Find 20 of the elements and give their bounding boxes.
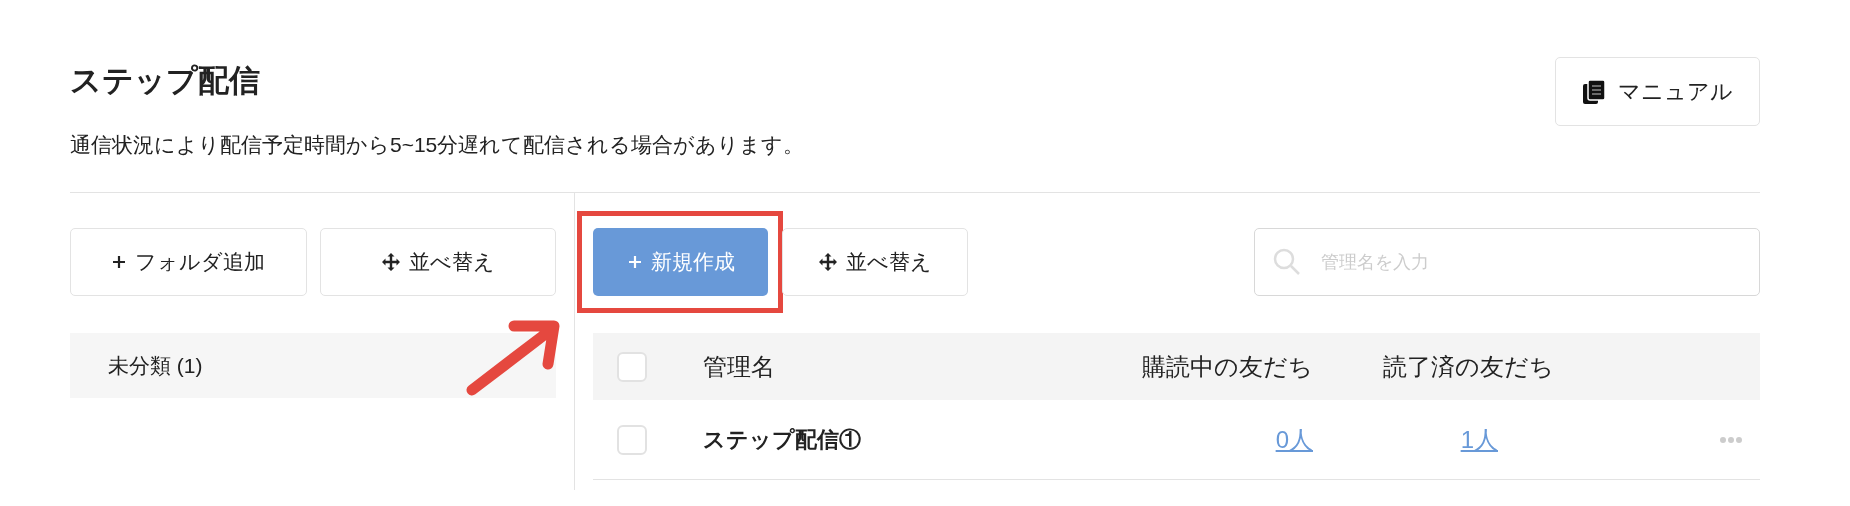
search-icon <box>1272 247 1302 277</box>
column-header: 読了済の友だち <box>1383 351 1554 382</box>
documents-icon <box>1582 78 1606 105</box>
column-header: 管理名 <box>703 352 775 380</box>
more-icon[interactable] <box>1720 436 1742 443</box>
plus-icon <box>111 254 128 270</box>
move-icon <box>818 252 838 272</box>
manual-button[interactable]: マニュアル <box>1555 57 1760 126</box>
column-header: 購読中の友だち <box>1142 351 1313 382</box>
checkbox[interactable] <box>617 351 647 382</box>
row-name: ステップ配信① <box>703 427 861 452</box>
sort-button[interactable]: 並べ替え <box>319 228 556 296</box>
checkbox[interactable] <box>617 424 647 455</box>
add-folder-button[interactable]: フォルダ追加 <box>70 228 307 296</box>
page-title: ステップ配信 <box>70 62 261 100</box>
notice-text: 通信状況により配信予定時間から5~15分遅れて配信される場合があります。 <box>70 132 805 158</box>
plus-icon <box>626 254 643 270</box>
sort-button[interactable]: 並べ替え <box>782 228 968 296</box>
move-icon <box>380 252 401 272</box>
folder-item[interactable]: 未分類 (1) <box>70 333 556 398</box>
